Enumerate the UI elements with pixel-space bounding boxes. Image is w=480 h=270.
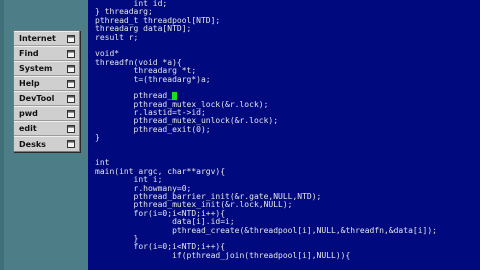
- window-icon: [67, 79, 75, 88]
- menu-item-desks[interactable]: Desks: [14, 136, 79, 151]
- menu-item-edit[interactable]: edit: [14, 121, 79, 136]
- window-icon: [67, 124, 75, 133]
- menu-item-label: pwd: [19, 109, 38, 118]
- menu-item-help[interactable]: Help: [14, 76, 79, 91]
- code-line-text: pthread_create(&threadpool[i],NULL,&thre…: [95, 225, 437, 235]
- code-line: pthread_create(&threadpool[i],NULL,&thre…: [88, 225, 480, 235]
- window-icon: [67, 49, 75, 58]
- window-icon: [67, 34, 75, 43]
- code-line: result r;: [88, 32, 480, 42]
- window-icon: [67, 140, 75, 148]
- window-icon: [67, 94, 75, 103]
- menu-item-devtool[interactable]: DevTool: [14, 91, 79, 106]
- code-line-text: result r;: [95, 32, 139, 42]
- menu-item-find[interactable]: Find: [14, 46, 79, 61]
- window-icon: [67, 64, 75, 73]
- menu-item-label: DevTool: [19, 94, 55, 103]
- menu-item-label: edit: [19, 124, 37, 133]
- desktop-edge: [0, 0, 4, 270]
- code-line: }: [88, 134, 480, 142]
- menu-item-pwd[interactable]: pwd: [14, 106, 79, 121]
- code-editor[interactable]: int id;} threadarg; pthread_t threadpool[…: [88, 0, 480, 270]
- menu-item-label: Help: [19, 79, 40, 88]
- code-line: threadarg data[NTD];: [88, 24, 480, 33]
- code-line: pthread_exit(0);: [88, 124, 480, 134]
- code-line: t=(threadarg*)a;: [88, 74, 480, 84]
- code-line-text: t=(threadarg*)a;: [95, 74, 211, 84]
- window-icon: [67, 109, 75, 118]
- launcher-menu: Internet Find System Help DevTool pwd edit Desk…: [13, 30, 80, 152]
- code-line-text: }: [95, 133, 100, 143]
- menu-item-label: Desks: [19, 139, 46, 149]
- code-line: if(pthread_join(threadpool[i],NULL)){: [88, 250, 480, 260]
- menu-item-label: Find: [19, 49, 39, 58]
- menu-item-internet[interactable]: Internet: [14, 31, 79, 46]
- menu-item-label: Internet: [19, 34, 56, 43]
- menu-item-label: System: [19, 64, 53, 73]
- code-line-text: if(pthread_join(threadpool[i],NULL)){: [95, 250, 351, 260]
- code-line-text: pthread_exit(0);: [95, 124, 211, 134]
- menu-item-system[interactable]: System: [14, 61, 79, 76]
